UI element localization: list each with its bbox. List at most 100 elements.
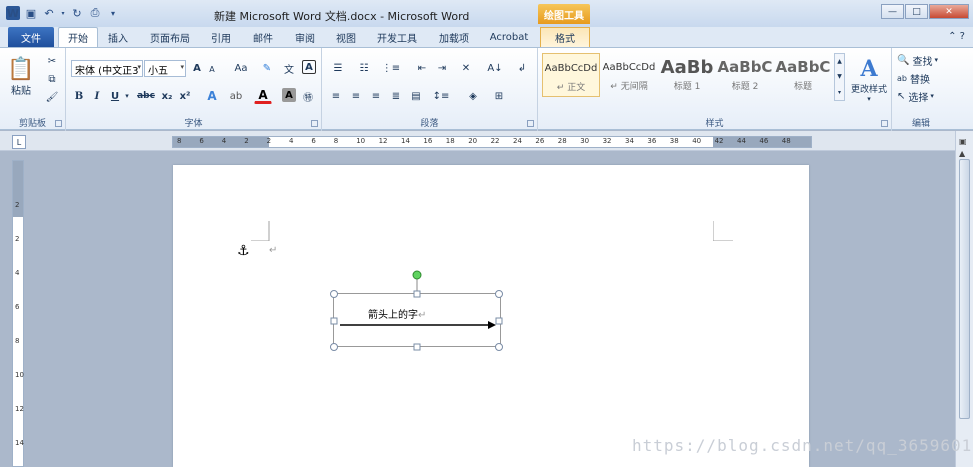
rotate-handle[interactable] [412,270,422,280]
resize-handle-tl[interactable] [330,290,338,298]
tab-developer[interactable]: 开发工具 [370,27,424,47]
multilevel-list-icon[interactable]: ⋮≡ [380,60,402,76]
vertical-ruler[interactable]: 2 2 4 6 8 10 12 14 [12,160,24,467]
increase-indent-icon[interactable]: ⇥ [434,60,450,76]
vertical-scrollbar[interactable]: ▣ ▲ [955,131,973,467]
style-title[interactable]: AaBbC 标题 [774,53,832,97]
highlight-icon[interactable]: ab [226,88,246,104]
gallery-up-icon[interactable]: ▲ [837,58,842,65]
resize-handle-bl[interactable] [330,343,338,351]
horizontal-ruler[interactable]: 8 6 4 2 2 4 6 8 10 12 14 16 18 20 22 24 26 28 30 32 34 36 38 40… [172,136,812,148]
numbering-icon[interactable]: ☷ [354,60,374,76]
character-shading-icon[interactable]: A [282,88,296,102]
copy-icon[interactable]: ⧉ [44,72,60,86]
grow-font-icon[interactable]: A [190,60,204,76]
resize-handle-bottom[interactable] [413,343,421,351]
replace-label: 替换 [909,74,930,86]
redo-icon[interactable]: ↻ [70,6,84,20]
clear-formatting-icon[interactable]: ✎ [260,60,274,76]
strikethrough-button[interactable]: abc [136,88,156,104]
minimize-button[interactable]: — [881,4,904,19]
tab-view[interactable]: 视图 [329,27,363,47]
change-case-icon[interactable]: Aa [231,60,251,76]
font-size-combo[interactable]: 小五 ▾ [144,60,186,77]
clipboard-launcher-icon[interactable] [55,120,62,127]
borders-icon[interactable]: ⊞ [488,88,510,104]
cut-icon[interactable]: ✂ [44,54,60,68]
enclosed-character-icon[interactable]: ㊕ [300,88,316,104]
tab-file[interactable]: 文件 [8,27,54,47]
ruler-toggle-icon[interactable]: ▣ [959,137,967,146]
align-left-icon[interactable]: ≡ [328,88,344,104]
tab-review[interactable]: 审阅 [288,27,322,47]
subscript-button[interactable]: x₂ [159,88,175,104]
distributed-icon[interactable]: ▤ [408,88,424,104]
replace-button[interactable]: ab 替换 [896,70,948,86]
tab-format[interactable]: 格式 [540,27,590,47]
styles-gallery-scroll[interactable]: ▲ ▼ ▾ [834,53,845,101]
chinese-layout-icon[interactable]: ✕ [456,60,476,76]
line-spacing-icon[interactable]: ↕≡ [430,88,452,104]
customize-qat-icon[interactable]: ▾ [106,6,120,20]
align-right-icon[interactable]: ≡ [368,88,384,104]
help-icon[interactable]: ⌃ ? [948,31,965,42]
underline-dropdown-icon[interactable]: ▾ [123,88,131,104]
paste-button[interactable]: 📋 粘贴 [6,52,36,102]
font-launcher-icon[interactable] [311,120,318,127]
undo-icon[interactable]: ↶ [42,6,56,20]
tab-home[interactable]: 开始 [58,27,98,47]
scrollbar-thumb[interactable] [959,159,970,419]
underline-button[interactable]: U [108,88,122,104]
style-heading-1[interactable]: AaBb 标题 1 [658,53,716,97]
font-name-combo[interactable]: 宋体 (中文正3 ▾ [71,60,143,77]
shading-icon[interactable]: ◈ [462,88,484,104]
anchor-icon[interactable]: ⚓ [237,243,250,259]
justify-icon[interactable]: ≣ [388,88,404,104]
shrink-font-icon[interactable]: A [206,62,218,76]
align-center-icon[interactable]: ≡ [348,88,364,104]
maximize-button[interactable]: □ [905,4,928,19]
tab-page-layout[interactable]: 页面布局 [142,27,198,47]
character-border-icon[interactable]: A [302,60,316,74]
bold-button[interactable]: B [72,88,86,104]
style-title-name: 标题 [793,82,812,92]
styles-launcher-icon[interactable] [881,120,888,127]
resize-handle-left[interactable] [330,317,338,325]
close-button[interactable]: ✕ [929,4,969,19]
font-color-icon[interactable]: A [254,88,272,104]
style-normal[interactable]: AaBbCcDd ↵ 正文 [542,53,600,97]
select-button[interactable]: ↖ 选择 ▾ [896,88,948,104]
show-marks-icon[interactable]: ↲ [514,60,530,76]
resize-handle-right[interactable] [495,317,503,325]
gallery-more-icon[interactable]: ▾ [838,89,841,96]
text-effects-icon[interactable]: A [202,88,222,104]
document-page[interactable]: ⚓ ↵ 箭头上的字↵ [173,165,809,467]
tab-references[interactable]: 引用 [204,27,238,47]
tab-acrobat[interactable]: Acrobat [484,27,534,47]
bullets-icon[interactable]: ☰ [328,60,348,76]
sort-icon[interactable]: A↓ [486,60,504,76]
decrease-indent-icon[interactable]: ⇤ [414,60,430,76]
resize-handle-top[interactable] [413,290,421,298]
style-no-spacing[interactable]: AaBbCcDd ↵ 无间隔 [600,53,658,97]
change-styles-button[interactable]: A 更改样式 ▾ [848,52,890,106]
resize-handle-br[interactable] [495,343,503,351]
tab-add-ins[interactable]: 加载项 [432,27,476,47]
tab-selector-icon[interactable]: L [12,135,26,149]
undo-dropdown-icon[interactable]: ▾ [60,6,66,20]
paragraph-launcher-icon[interactable] [527,120,534,127]
save-icon[interactable]: ▣ [24,6,38,20]
format-painter-icon[interactable]: 🖌 [44,90,60,104]
print-preview-icon[interactable]: ⎙ [88,6,102,20]
tab-insert[interactable]: 插入 [100,27,136,47]
superscript-button[interactable]: x² [177,88,193,104]
phonetic-guide-icon[interactable]: 文 [282,60,296,76]
scroll-up-icon[interactable]: ▲ [959,149,965,158]
gallery-down-icon[interactable]: ▼ [837,73,842,80]
find-button[interactable]: 🔍 查找 ▾ [896,52,948,68]
resize-handle-tr[interactable] [495,290,503,298]
word-app-icon[interactable]: W [6,6,20,20]
style-heading-2[interactable]: AaBbC 标题 2 [716,53,774,97]
italic-button[interactable]: I [90,88,104,104]
tab-mailings[interactable]: 邮件 [246,27,280,47]
